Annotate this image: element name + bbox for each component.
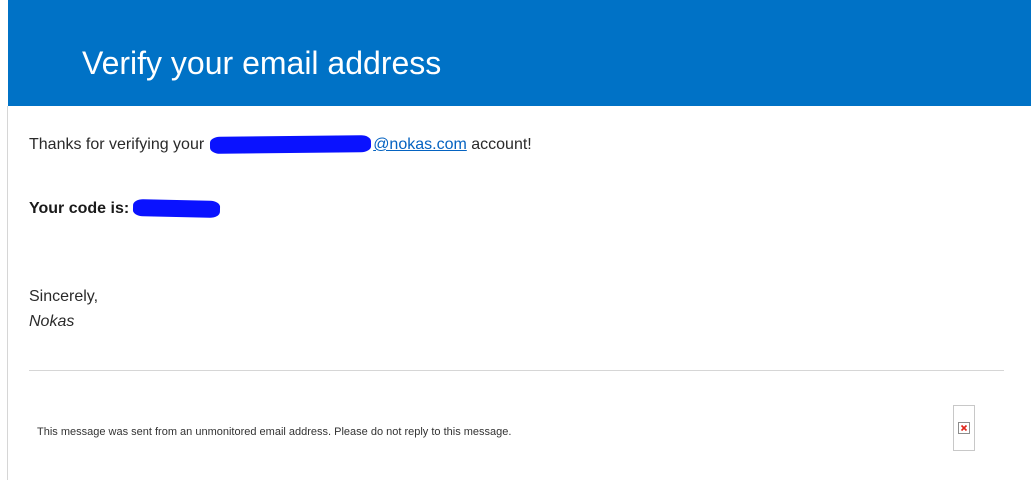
email-link[interactable]: @nokas.com	[373, 136, 467, 153]
closing-text: Sincerely,	[29, 288, 99, 305]
broken-image-placeholder	[953, 405, 975, 451]
code-line: Your code is:	[29, 199, 221, 219]
signature-name: Nokas	[29, 313, 75, 330]
left-border	[7, 106, 8, 480]
redacted-username	[210, 135, 372, 155]
footer-note: This message was sent from an unmonitore…	[37, 426, 512, 438]
thanks-suffix: account!	[471, 136, 532, 153]
broken-image-icon	[958, 422, 970, 434]
header-banner: Verify your email address	[8, 0, 1031, 106]
code-label: Your code is:	[29, 200, 130, 217]
email-message: Verify your email address Thanks for ver…	[0, 0, 1031, 480]
redacted-code	[133, 199, 221, 219]
thanks-line: Thanks for verifying your @nokas.com acco…	[29, 135, 532, 155]
thanks-prefix: Thanks for verifying your	[29, 136, 205, 153]
footer-divider	[29, 370, 1004, 371]
email-title: Verify your email address	[82, 45, 442, 81]
